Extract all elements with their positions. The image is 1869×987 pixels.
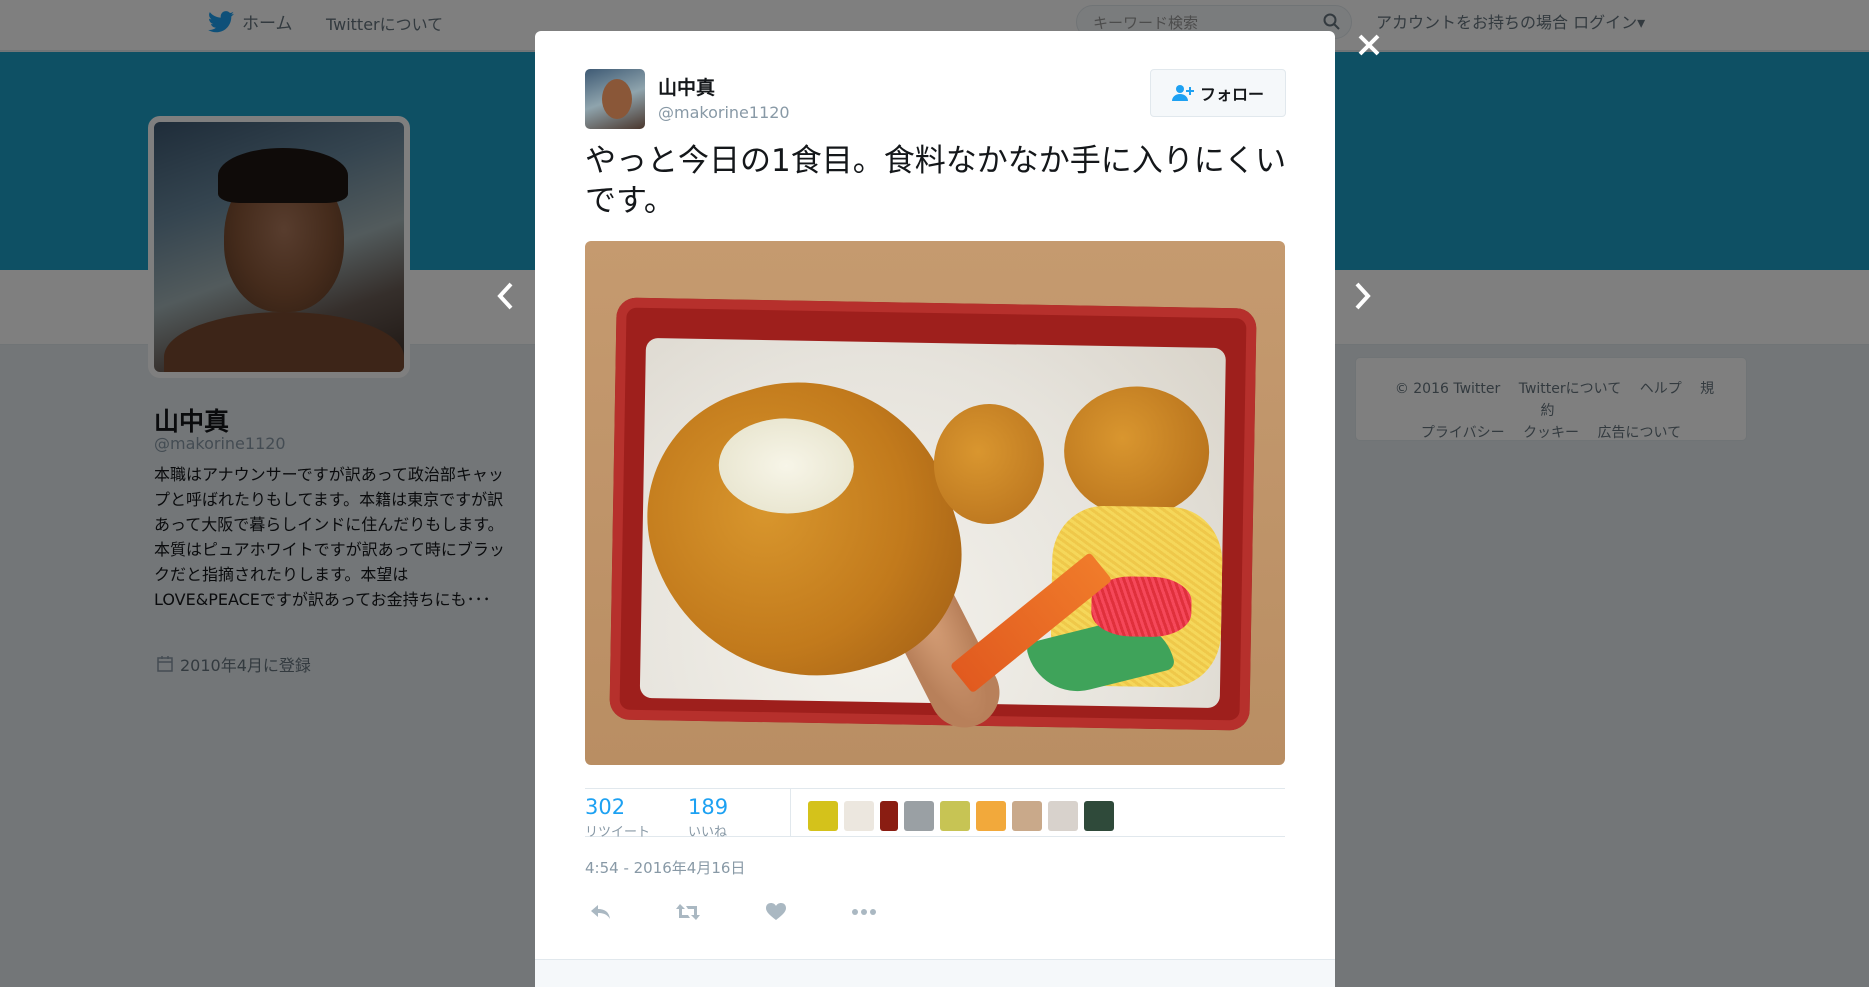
like-count: 189 <box>688 795 729 819</box>
retweet-count: 302 <box>585 795 626 819</box>
liker-avatar[interactable] <box>904 801 934 831</box>
tweet-author-handle[interactable]: @makorine1120 <box>658 103 790 122</box>
liker-avatar[interactable] <box>1048 801 1078 831</box>
retweet-button[interactable] <box>673 897 703 927</box>
previous-tweet-button[interactable] <box>490 276 520 316</box>
reply-icon <box>591 905 610 919</box>
like-icon <box>766 903 786 920</box>
tweet-photo[interactable] <box>585 241 1285 765</box>
liker-avatar[interactable] <box>1084 801 1114 831</box>
tweet-stats: 302 リツイート 189 いいね <box>585 788 1285 840</box>
follow-label: フォロー <box>1199 85 1264 104</box>
chevron-left-icon <box>497 282 513 310</box>
tweet-text: やっと今日の1食目。食料なかなか手に入りにくいです。 <box>585 143 1287 219</box>
liker-avatar[interactable] <box>844 801 874 831</box>
tweet-timestamp[interactable]: 4:54 - 2016年4月16日 <box>585 857 745 878</box>
follow-user-icon <box>1171 85 1194 101</box>
close-modal-button[interactable] <box>1354 28 1384 62</box>
liker-avatars <box>808 801 1114 831</box>
liker-avatar[interactable] <box>880 801 898 831</box>
close-icon <box>1358 34 1380 56</box>
tweet-modal: 山中真 @makorine1120 フォロー やっと今日の1食目。食料なかなか手… <box>535 31 1335 987</box>
tweet-actions <box>585 897 879 927</box>
more-icon <box>852 909 876 915</box>
more-button[interactable] <box>849 897 879 927</box>
liker-avatar[interactable] <box>808 801 838 831</box>
chevron-right-icon <box>1355 282 1371 310</box>
like-label: いいね <box>688 825 728 840</box>
reply-button[interactable] <box>585 897 615 927</box>
follow-button[interactable]: フォロー <box>1150 69 1286 117</box>
retweet-label: リツイート <box>585 825 651 840</box>
next-tweet-button[interactable] <box>1348 276 1378 316</box>
tweet-author-avatar[interactable] <box>585 69 645 129</box>
tweet-author-name[interactable]: 山中真 <box>658 73 715 100</box>
like-button[interactable] <box>761 897 791 927</box>
liker-avatar[interactable] <box>976 801 1006 831</box>
modal-reply-area <box>535 959 1335 987</box>
like-stat[interactable]: 189 いいね <box>688 795 728 840</box>
bento-box <box>609 297 1257 740</box>
avatar-face <box>602 79 632 119</box>
stats-divider <box>790 789 791 837</box>
retweet-stat[interactable]: 302 リツイート <box>585 795 650 840</box>
liker-avatar[interactable] <box>1012 801 1042 831</box>
retweet-icon <box>676 904 700 920</box>
liker-avatar[interactable] <box>940 801 970 831</box>
